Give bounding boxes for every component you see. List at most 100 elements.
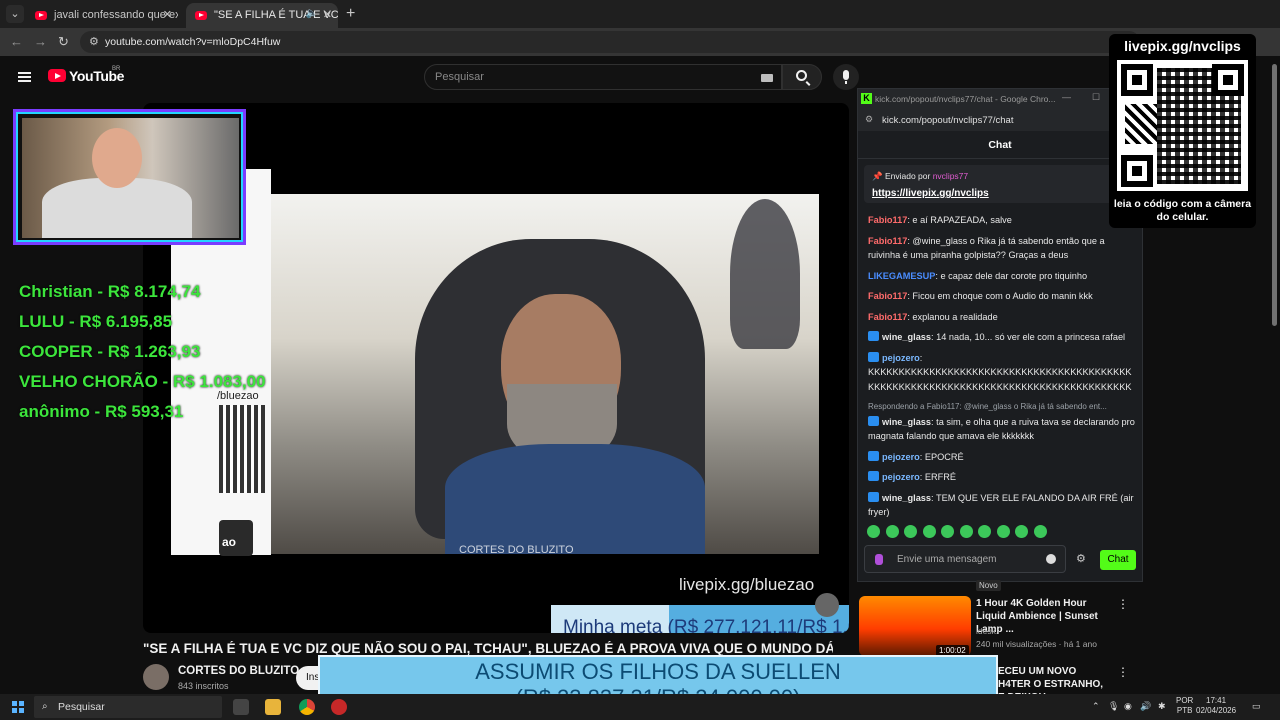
more-options-icon[interactable]: ⋮ [1117,597,1129,611]
emote-icon[interactable] [959,525,973,538]
subscriber-badge-icon [868,415,879,426]
qr-caption: leia o código com a câmera do celular. [1113,198,1252,223]
tab-search-icon[interactable]: ⌄ [6,5,24,23]
new-badge: Novo [976,580,1001,591]
chat-username[interactable]: wine_glass [882,493,931,503]
browser-tab-1[interactable]: javali confessando que explan ✕ [26,3,178,28]
qr-code [1117,60,1248,191]
chat-message-text: : 14 nada, 10... só ver ele com a prince… [931,332,1126,342]
menu-icon[interactable] [18,72,31,82]
pinned-user[interactable]: nvclips77 [933,171,968,181]
close-tab-icon[interactable]: ✕ [323,8,332,21]
chat-message: pejozero: KKKKKKKKKKKKKKKKKKKKKKKKKKKKKK… [868,351,1136,395]
chat-input[interactable]: Envie uma mensagem [864,545,1066,573]
emote-icon[interactable] [941,525,954,538]
chat-username[interactable]: pejozero [882,452,920,462]
new-tab-icon[interactable]: + [346,5,355,23]
emote-icon[interactable] [885,525,899,538]
search-placeholder: Pesquisar [435,71,484,83]
channel-name[interactable]: CORTES DO BLUZITO [178,665,299,677]
search-input[interactable]: Pesquisar [424,64,782,90]
chat-message-text: : Ficou em choque com o Audio do manin k… [907,291,1093,301]
site-info-icon[interactable]: ⚙ [865,114,873,125]
chat-username[interactable]: Fabio117 [868,236,907,246]
emote-icon[interactable] [904,525,917,538]
bluetooth-icon[interactable]: ✱ [1158,701,1166,712]
speaker-icon[interactable]: 🔈 [306,8,318,19]
lang-layout: PTB [1176,706,1193,715]
network-icon[interactable]: ◉ [1124,701,1132,712]
tab-title: javali confessando que explan [54,9,178,21]
chat-username[interactable]: wine_glass [882,417,931,427]
donor-entry: COOPER - R$ 1.263,93 [19,342,201,361]
chat-username[interactable]: pejozero [882,353,920,363]
close-tab-icon[interactable]: ✕ [163,8,172,21]
search-icon: ⌕ [42,701,48,712]
language-indicator[interactable]: POR PTB [1176,696,1193,716]
tray-chevron-icon[interactable]: ⌃ [1092,701,1100,712]
emote-icon[interactable] [922,525,936,538]
chat-username[interactable]: Fabio117 [868,291,907,301]
notifications-icon[interactable]: ▭ [1252,701,1261,712]
chat-message: Fabio117: explanou a realidade [868,310,1136,325]
search-button[interactable] [782,64,822,90]
chat-header: Chat [858,131,1142,159]
maximize-icon[interactable]: ☐ [1092,92,1100,103]
channel-watermark-avatar[interactable] [815,593,839,617]
emote-icon[interactable] [996,525,1010,538]
chat-username[interactable]: Fabio117 [868,215,907,225]
youtube-logo-icon[interactable] [48,69,66,82]
more-options-icon[interactable]: ⋮ [1117,665,1129,679]
back-icon[interactable]: ← [10,34,23,49]
clock[interactable]: 17:41 02/04/2026 [1196,696,1236,716]
channel-avatar[interactable] [143,664,169,690]
send-chat-button[interactable]: Chat [1100,550,1136,570]
subscriber-badge-icon [868,491,879,502]
pinned-link[interactable]: https://livepix.gg/nvclips [872,188,989,199]
page-scrollbar[interactable] [1272,64,1277,326]
keyboard-icon[interactable] [761,74,773,82]
file-explorer-icon[interactable] [265,699,281,715]
windows-taskbar: ⌕ Pesquisar ⌃ 🎙 ◉ 🔊 ✱ POR PTB 17:41 02/04/… [0,694,1280,720]
subscriber-count: 843 inscritos [178,681,229,691]
donor-entry: LULU - R$ 6.195,85 [19,312,173,331]
chat-message: LIKEGAMESUP: e capaz dele dar corote pro… [868,269,1136,284]
pinned-sender: 📌 Enviado por nvclips77 [872,171,969,181]
pinned-label: Enviado por [884,171,931,181]
forward-icon[interactable]: → [34,34,47,49]
settings-gear-icon[interactable]: ⚙ [1076,552,1086,565]
app-icon[interactable] [331,699,347,715]
subscriber-badge-icon [868,471,879,481]
decoration-figure [730,199,800,349]
emote-icon[interactable] [867,525,880,538]
recommendation-meta: 240 mil visualizações · há 1 ano [976,639,1097,649]
emote-icon[interactable] [1033,525,1047,538]
browser-tab-2[interactable]: "SE A FILHA É TUA E VC DIZ 🔈 ✕ [186,3,338,28]
chat-username[interactable]: LIKEGAMESUP [868,271,935,281]
clock-date: 02/04/2026 [1196,706,1237,715]
emote-bar [867,525,1052,539]
mic-tray-icon[interactable]: 🎙 [1108,701,1119,712]
site-info-icon[interactable]: ⚙ [89,35,99,48]
chat-message-text: : e capaz dele dar corote pro tiquinho [935,270,1088,281]
donor-entry: VELHO CHORÃO - R$ 1.083,00 [19,372,266,391]
overlay-badge-text: ao [222,535,237,549]
taskbar-search[interactable]: ⌕ Pesquisar [34,696,222,718]
emoji-picker-icon[interactable] [1046,554,1056,564]
chat-message: wine_glass: 14 nada, 10... só ver ele co… [868,330,1136,345]
chat-username[interactable]: Fabio117 [868,312,907,322]
windows-start-icon[interactable] [12,701,24,713]
chrome-icon[interactable] [299,699,315,715]
task-view-icon[interactable] [233,699,249,715]
emote-icon[interactable] [1015,525,1028,538]
recommendation-channel[interactable]: idesk. [976,626,998,636]
volume-icon[interactable]: 🔊 [1140,701,1151,712]
chat-username[interactable]: pejozero [882,472,920,482]
reply-hint: Respondendo a Fabio117: @wine_glass o Ri… [868,402,1107,411]
chat-username[interactable]: wine_glass [882,332,931,342]
emote-icon[interactable] [978,525,991,538]
address-bar[interactable]: ⚙ youtube.com/watch?v=mloDpC4Hfuw [80,31,1140,53]
reload-icon[interactable]: ↻ [58,34,69,50]
voice-search-button[interactable] [833,64,859,90]
minimize-icon[interactable]: — [1062,92,1071,102]
